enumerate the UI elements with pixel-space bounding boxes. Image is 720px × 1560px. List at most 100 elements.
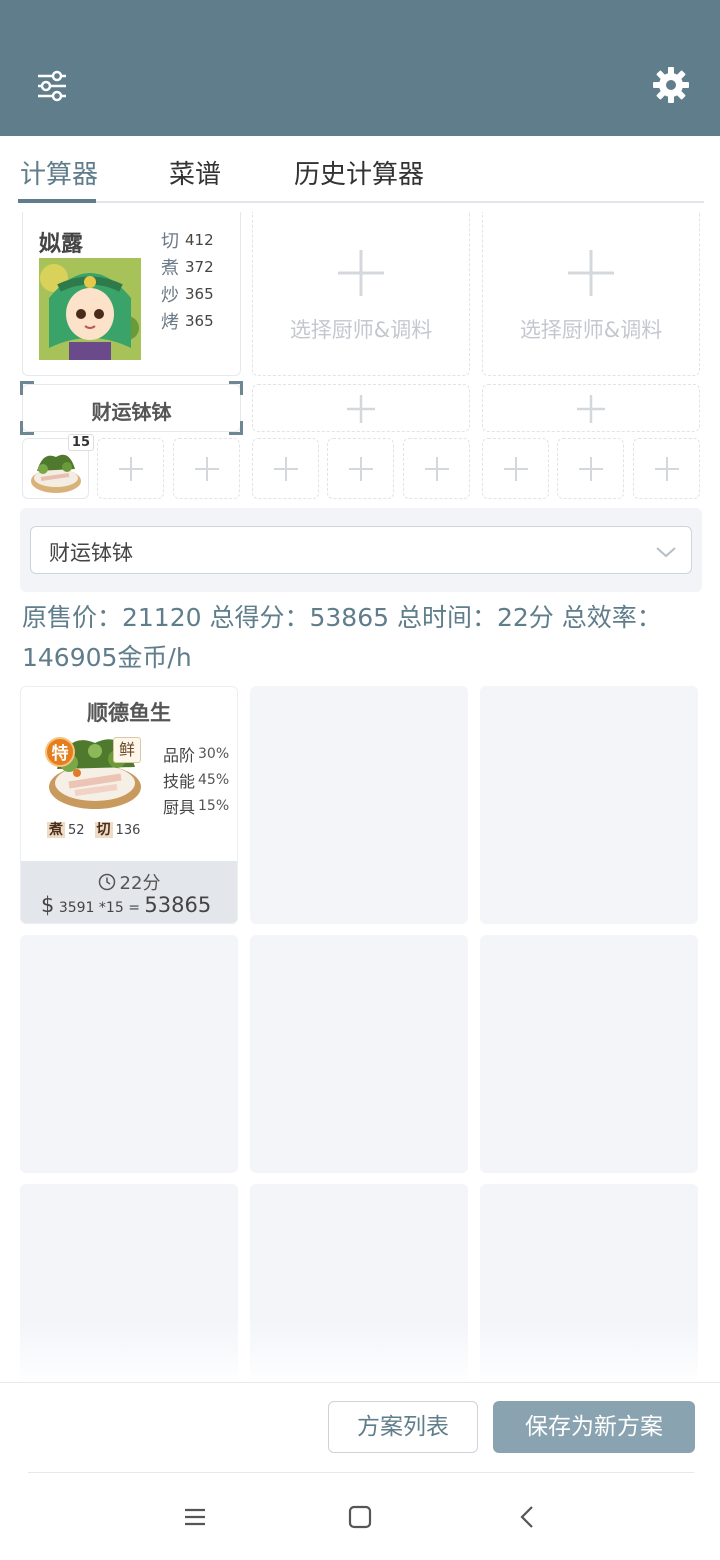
chef-card-2[interactable]: 选择厨师&调料 <box>252 212 470 376</box>
skill-value: 136 <box>115 823 141 838</box>
recipe-slot-6[interactable] <box>403 438 470 499</box>
dish-skill-requirements: 煮 52 切 136 <box>47 819 140 839</box>
plus-icon <box>577 395 605 423</box>
selection-corner <box>229 381 243 395</box>
selection-corner <box>229 421 243 435</box>
equals-sign: = <box>128 900 140 916</box>
recipe-slot-2[interactable] <box>97 438 164 499</box>
stat-label: 切 <box>161 230 179 252</box>
dish-bonus-list: 品阶 30% 技能 45% 厨具 15% <box>163 741 229 819</box>
stat-label: 烤 <box>161 311 179 333</box>
chef-portrait <box>39 258 141 360</box>
dollar-icon: $ <box>41 893 55 917</box>
plus-icon <box>348 456 373 481</box>
equipment-select-panel: 财运钵钵 <box>20 508 702 592</box>
stat-label: 煮 <box>161 257 179 279</box>
tab-history-calculator[interactable]: 历史计算器 <box>294 154 424 191</box>
recipe-slot-7[interactable] <box>482 438 549 499</box>
back-icon[interactable] <box>514 1503 542 1531</box>
stat-value: 365 <box>185 311 214 330</box>
tab-calculator[interactable]: 计算器 <box>20 154 98 191</box>
dish-card-5[interactable] <box>250 935 468 1173</box>
dish-time-value: 22分 <box>119 873 161 894</box>
special-badge: 特 <box>45 737 75 767</box>
plus-icon <box>654 456 679 481</box>
bonus-label: 厨具 <box>163 798 196 817</box>
recipe-slot-5[interactable] <box>327 438 394 499</box>
equipment-select[interactable]: 财运钵钵 <box>30 526 692 574</box>
plus-icon <box>578 456 603 481</box>
save-new-plan-button[interactable]: 保存为新方案 <box>493 1401 695 1453</box>
skill-label: 煮 <box>47 822 65 838</box>
tab-bar: 计算器 菜谱 历史计算器 <box>0 136 720 206</box>
chef-name: 姒露 <box>39 232 84 257</box>
recipe-slot-4[interactable] <box>252 438 319 499</box>
dish-score-calc: $ 3591 *15 = 53865 <box>41 893 211 917</box>
dish-total-score: 53865 <box>144 893 212 917</box>
dish-name: 顺德鱼生 <box>87 701 171 725</box>
bonus-label: 技能 <box>163 772 196 791</box>
recipe-slot-3[interactable] <box>173 438 240 499</box>
chef-stats: 切 412 煮 372 炒 365 烤 365 <box>161 226 214 334</box>
stat-value: 365 <box>185 284 214 303</box>
dish-footer: 22分 $ 3591 *15 = 53865 <box>21 861 237 923</box>
select-chef-label: 选择厨师&调料 <box>519 318 663 342</box>
plus-icon <box>503 456 528 481</box>
recipe-slot-1[interactable]: 15 <box>22 434 94 499</box>
fresh-badge: 鲜 <box>113 737 141 763</box>
recipe-slot-8[interactable] <box>557 438 624 499</box>
dish-card-6[interactable] <box>480 935 698 1173</box>
dish-card-4[interactable] <box>20 935 238 1173</box>
plan-list-button[interactable]: 方案列表 <box>328 1401 478 1453</box>
bonus-label: 品阶 <box>163 746 196 765</box>
clock-icon <box>98 873 115 891</box>
equipment-slot-1[interactable]: 财运钵钵 <box>20 381 243 435</box>
dish-card-2[interactable] <box>250 686 468 924</box>
tab-recipes[interactable]: 菜谱 <box>169 154 221 191</box>
recents-icon[interactable] <box>181 1503 209 1531</box>
dish-multiplier: *15 <box>98 900 124 916</box>
home-icon[interactable] <box>346 1503 374 1531</box>
bottom-action-bar: 方案列表 保存为新方案 <box>0 1382 720 1472</box>
stat-value: 372 <box>185 257 214 276</box>
dish-card-3[interactable] <box>480 686 698 924</box>
equipment-slot-2[interactable] <box>252 384 470 432</box>
select-chef-label: 选择厨师&调料 <box>289 318 433 342</box>
chevron-down-icon <box>656 547 676 558</box>
stat-label: 炒 <box>161 284 179 306</box>
chef-card-3[interactable]: 选择厨师&调料 <box>482 212 700 376</box>
dish-time: 22分 <box>21 869 237 895</box>
selection-corner <box>20 421 34 435</box>
select-value: 财运钵钵 <box>49 541 133 565</box>
plus-icon <box>347 395 375 423</box>
plus-icon <box>424 456 449 481</box>
scroll-fade <box>0 1322 720 1382</box>
tab-active-indicator <box>18 199 96 203</box>
tab-divider <box>18 201 704 203</box>
bonus-value: 30% <box>198 746 230 762</box>
selection-corner <box>20 381 34 395</box>
skill-value: 52 <box>68 823 85 838</box>
plus-icon <box>338 250 384 296</box>
equipment-slot-3[interactable] <box>482 384 700 432</box>
system-nav-bar <box>0 1473 720 1560</box>
quantity-badge: 15 <box>67 434 94 451</box>
app-header <box>0 0 720 136</box>
plus-icon <box>273 456 298 481</box>
sliders-icon[interactable] <box>36 70 68 102</box>
gear-icon[interactable] <box>652 66 690 104</box>
plus-icon <box>118 456 143 481</box>
dish-card-1[interactable]: 顺德鱼生 特 鲜 煮 52 切 136 品阶 30% 技能 45% 厨具 15% 22分 … <box>20 686 238 924</box>
chef-card-1[interactable]: 姒露 切 412 煮 372 炒 365 烤 365 <box>22 212 241 376</box>
dish-price: 3591 <box>58 900 95 916</box>
dish-thumbnail <box>31 454 81 493</box>
plus-icon <box>194 456 219 481</box>
recipe-slot-9[interactable] <box>633 438 700 499</box>
equipment-name: 财运钵钵 <box>91 400 172 424</box>
skill-label: 切 <box>94 822 113 838</box>
bonus-value: 45% <box>198 772 230 788</box>
stat-value: 412 <box>185 230 214 249</box>
plus-icon <box>568 250 614 296</box>
bonus-value: 15% <box>198 798 230 814</box>
score-summary: 原售价：21120 总得分：53865 总时间：22分 总效率：146905金币… <box>22 603 662 672</box>
